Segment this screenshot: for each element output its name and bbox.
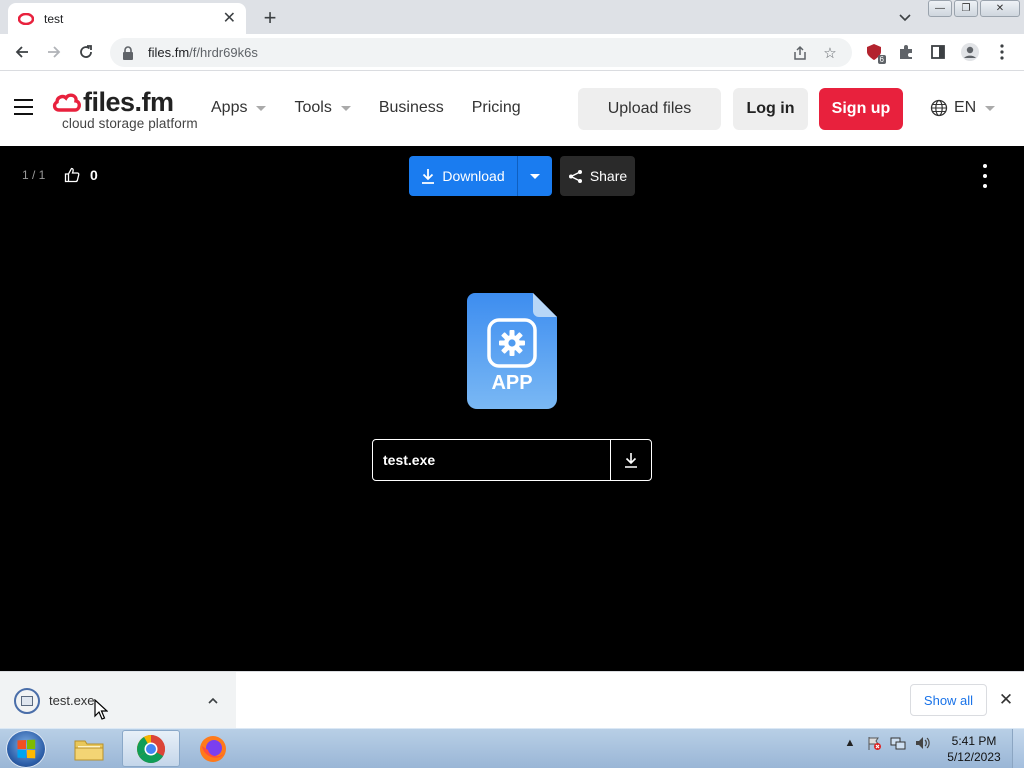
bookmark-star-icon[interactable]: ☆ <box>820 43 840 63</box>
chevron-down-icon <box>340 105 351 111</box>
log-in-button[interactable]: Log in <box>733 88 808 130</box>
minimize-button[interactable]: — <box>928 0 952 17</box>
tab-search-chevron-icon[interactable] <box>896 8 914 26</box>
thumbs-up-icon <box>64 167 80 183</box>
language-code: EN <box>954 99 977 116</box>
nav-pricing[interactable]: Pricing <box>472 99 521 117</box>
show-all-button[interactable]: Show all <box>910 684 987 716</box>
downloaded-file-name: test.exe <box>49 693 95 708</box>
filesfm-logo[interactable]: files.fm cloud storage platform <box>52 89 198 131</box>
upload-files-button[interactable]: Upload files <box>578 88 721 130</box>
download-shelf: test.exe Show all ✕ <box>0 671 1024 729</box>
chevron-down-icon <box>985 105 996 111</box>
file-type-label: APP <box>491 372 533 394</box>
nav-apps[interactable]: Apps <box>211 99 267 117</box>
download-button[interactable]: Download <box>409 156 517 196</box>
firefox-icon <box>200 735 226 762</box>
extensions-puzzle-icon[interactable] <box>894 38 918 66</box>
logo-cloud-icon <box>52 92 81 112</box>
chrome-taskbar-button[interactable] <box>122 730 180 767</box>
nav-tools[interactable]: Tools <box>294 99 351 117</box>
system-tray: ▲ <box>842 735 930 751</box>
share-icon <box>568 169 582 183</box>
start-button[interactable] <box>6 730 46 768</box>
window-close-button[interactable]: ✕ <box>980 0 1020 17</box>
forward-arrow-icon[interactable] <box>38 36 70 68</box>
exe-file-icon <box>14 687 40 714</box>
download-icon <box>422 169 435 184</box>
volume-icon[interactable] <box>914 735 930 751</box>
extension-badge: 6 <box>877 55 886 64</box>
chevron-down-icon <box>256 105 267 111</box>
caret-down-icon <box>530 173 540 179</box>
download-button-group: Download <box>409 156 552 196</box>
tab-close-icon[interactable]: ✕ <box>223 10 236 27</box>
new-tab-button[interactable]: + <box>258 5 282 30</box>
profile-avatar-icon[interactable] <box>958 38 982 66</box>
browser-menu-icon[interactable] <box>990 38 1014 66</box>
close-shelf-icon[interactable]: ✕ <box>998 690 1014 709</box>
window-controls: — ❐ ✕ <box>928 0 1020 17</box>
windows-taskbar: ▲ 5:41 PM 5/12/2023 <box>0 728 1024 768</box>
share-button[interactable]: Share <box>560 156 635 196</box>
file-viewer: 1 / 1 0 Download Share APP test.exe <box>0 146 1024 671</box>
filesfm-favicon-icon <box>18 11 34 27</box>
sign-up-button[interactable]: Sign up <box>819 88 903 130</box>
file-name-box: test.exe <box>372 439 652 481</box>
main-nav: Apps Tools Business Pricing <box>211 99 549 117</box>
hamburger-menu-icon[interactable] <box>14 99 33 115</box>
tab-title: test <box>44 11 64 26</box>
file-counter: 1 / 1 <box>22 168 46 182</box>
download-options-dropdown[interactable] <box>517 156 552 196</box>
action-center-flag-icon[interactable] <box>866 735 882 751</box>
browser-toolbar: files.fm/f/hrdr69k6s ☆ 6 <box>0 34 1024 71</box>
downloaded-file-item[interactable]: test.exe <box>0 672 236 729</box>
tray-expand-icon[interactable]: ▲ <box>842 735 858 751</box>
browser-tab[interactable]: test ✕ <box>8 3 246 34</box>
address-bar[interactable]: files.fm/f/hrdr69k6s ☆ <box>110 38 852 67</box>
lock-icon <box>123 45 133 60</box>
network-icon[interactable] <box>890 735 906 751</box>
logo-tagline: cloud storage platform <box>62 116 198 131</box>
clock-date: 5/12/2023 <box>947 750 1001 764</box>
firefox-taskbar-button[interactable] <box>184 730 242 767</box>
explorer-taskbar-button[interactable] <box>60 730 118 767</box>
extensions-area: 6 <box>862 38 1014 66</box>
url-text: files.fm/f/hrdr69k6s <box>148 45 258 60</box>
language-selector[interactable]: EN <box>930 99 996 117</box>
like-count: 0 <box>90 167 98 183</box>
clock-time: 5:41 PM <box>951 734 997 748</box>
like-button[interactable]: 0 <box>64 167 98 183</box>
back-arrow-icon[interactable] <box>6 36 38 68</box>
site-header: files.fm cloud storage platform Apps Too… <box>0 71 1024 146</box>
more-options-icon[interactable] <box>978 164 992 188</box>
file-name: test.exe <box>383 452 436 468</box>
taskbar-clock[interactable]: 5:41 PM 5/12/2023 <box>944 733 1004 765</box>
nav-business[interactable]: Business <box>379 99 444 117</box>
chevron-up-icon[interactable] <box>206 694 220 708</box>
windows-logo-icon <box>17 739 36 759</box>
extension-shield-icon[interactable]: 6 <box>862 38 886 66</box>
browser-tabstrip: test ✕ + — ❐ ✕ <box>0 0 1024 34</box>
restore-button[interactable]: ❐ <box>954 0 978 17</box>
reload-icon[interactable] <box>70 36 102 68</box>
globe-icon <box>930 99 948 117</box>
folder-icon <box>74 740 104 760</box>
file-download-icon[interactable] <box>610 440 651 480</box>
show-desktop-button[interactable] <box>1012 729 1024 768</box>
side-panel-icon[interactable] <box>926 38 950 66</box>
share-page-icon[interactable] <box>790 43 810 63</box>
chrome-icon <box>137 734 165 763</box>
mouse-cursor-icon <box>94 699 108 720</box>
